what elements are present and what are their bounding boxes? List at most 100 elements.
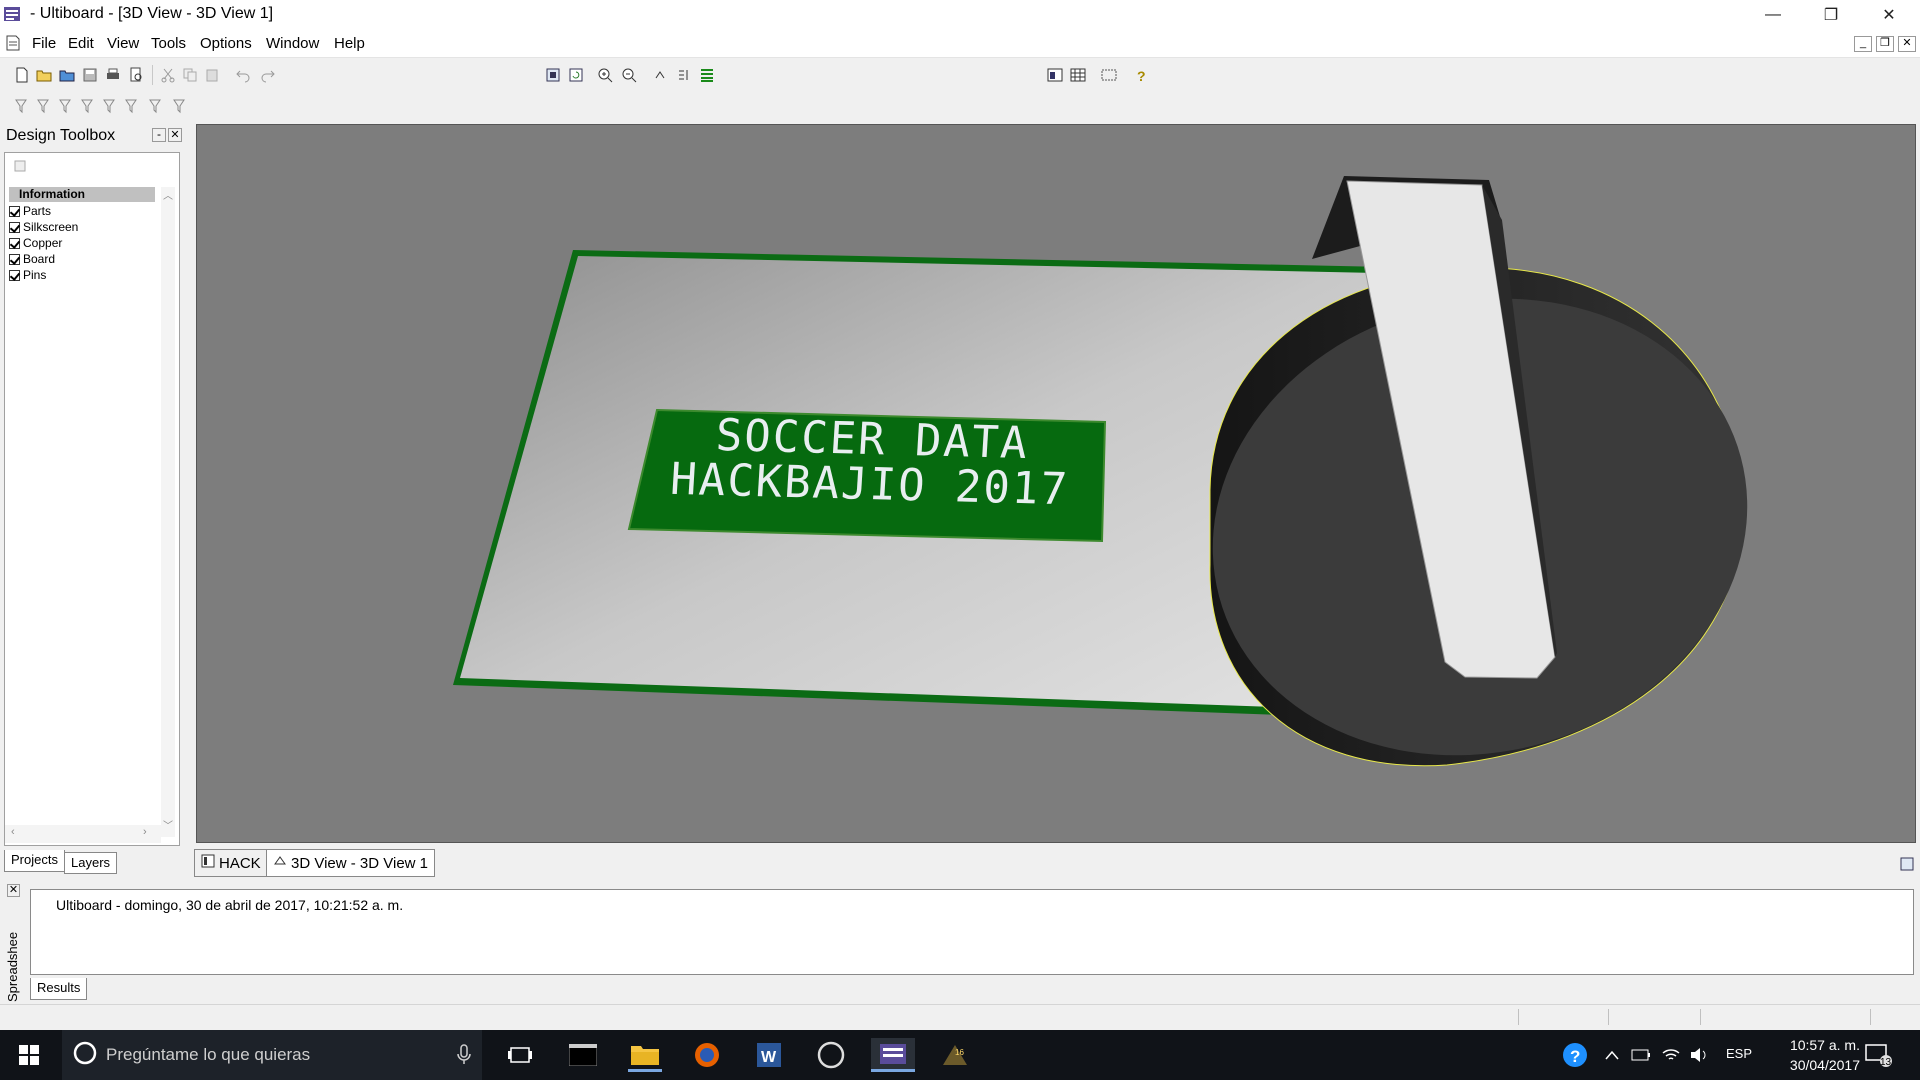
- tree-item-board[interactable]: Board: [9, 251, 55, 267]
- mdi-minimize-button[interactable]: _: [1854, 36, 1872, 52]
- tree-item-pins[interactable]: Pins: [9, 267, 46, 283]
- tab-projects[interactable]: Projects: [4, 850, 65, 872]
- redraw-icon[interactable]: [566, 65, 586, 85]
- app-swirl-icon[interactable]: [814, 1038, 848, 1072]
- task-view-icon[interactable]: [503, 1038, 537, 1072]
- volume-icon[interactable]: [1682, 1038, 1716, 1072]
- multisim-icon[interactable]: 16: [938, 1038, 972, 1072]
- checkbox-icon[interactable]: [9, 237, 20, 249]
- print-icon[interactable]: [103, 65, 123, 85]
- filter-icon[interactable]: [56, 96, 76, 116]
- menu-file[interactable]: File: [32, 35, 56, 52]
- redo-icon[interactable]: [258, 65, 278, 85]
- menu-tools[interactable]: Tools: [151, 35, 186, 52]
- toolbox-close-button[interactable]: ✕: [168, 128, 182, 142]
- menu-bar: File Edit View Tools Options Window Help…: [0, 30, 1920, 58]
- open-project-icon[interactable]: [57, 65, 77, 85]
- layers-view-icon[interactable]: [697, 65, 717, 85]
- toolbox-toolbar-icon[interactable]: [13, 159, 27, 177]
- help-icon[interactable]: ?: [1131, 65, 1151, 85]
- checkbox-icon[interactable]: [9, 253, 20, 265]
- taskbar-clock[interactable]: 10:57 a. m. 30/04/2017: [1790, 1035, 1860, 1075]
- tree-hscrollbar[interactable]: ‹ ›: [5, 825, 161, 843]
- save-icon[interactable]: [80, 65, 100, 85]
- expand-panel-icon[interactable]: [1900, 857, 1914, 875]
- svg-text:W: W: [761, 1049, 777, 1066]
- tree-scrollbar[interactable]: ︿ ﹀: [161, 187, 175, 837]
- spreadsheet-toggle-icon[interactable]: [1068, 65, 1088, 85]
- word-icon[interactable]: W: [752, 1038, 786, 1072]
- tree-item-parts[interactable]: Parts: [9, 203, 51, 219]
- windows-start-icon[interactable]: [12, 1038, 46, 1072]
- minimize-button[interactable]: —: [1744, 0, 1802, 30]
- mdi-controls: _ ❐ ✕: [1854, 36, 1916, 52]
- zoom-full-icon[interactable]: [543, 65, 563, 85]
- notification-center-icon[interactable]: 13: [1862, 1038, 1896, 1072]
- filter-icon[interactable]: [170, 96, 190, 116]
- flip-view-icon[interactable]: [675, 65, 695, 85]
- filter-icon[interactable]: [122, 96, 142, 116]
- mdi-close-button[interactable]: ✕: [1898, 36, 1916, 52]
- doc-tab-hack[interactable]: HACK: [194, 849, 268, 877]
- ultiboard-app-icon[interactable]: [3, 5, 21, 23]
- copy-icon[interactable]: [180, 65, 200, 85]
- help-tray-icon[interactable]: ?: [1558, 1038, 1592, 1072]
- svg-text:?: ?: [1137, 68, 1146, 83]
- document-icon[interactable]: [4, 34, 22, 56]
- ultiboard-taskbar-icon[interactable]: [871, 1038, 915, 1072]
- tree-item-silkscreen[interactable]: Silkscreen: [9, 219, 78, 235]
- restore-button[interactable]: ❐: [1802, 0, 1860, 30]
- tab-layers[interactable]: Layers: [64, 852, 118, 874]
- cut-icon[interactable]: [158, 65, 178, 85]
- tree-item-copper[interactable]: Copper: [9, 235, 62, 251]
- output-close-button[interactable]: ✕: [7, 884, 20, 897]
- filter-icon[interactable]: [78, 96, 98, 116]
- print-preview-icon[interactable]: [126, 65, 146, 85]
- zoom-out-icon[interactable]: [619, 65, 639, 85]
- menu-options[interactable]: Options: [200, 35, 252, 52]
- zoom-in-icon[interactable]: [595, 65, 615, 85]
- mdi-restore-button[interactable]: ❐: [1876, 36, 1894, 52]
- microphone-icon[interactable]: [456, 1044, 472, 1071]
- windows-taskbar: Pregúntame lo que quieras W 16 ? ESP 10:…: [0, 1030, 1920, 1080]
- pcb-document-icon: [201, 854, 215, 872]
- full-screen-icon[interactable]: [1099, 65, 1119, 85]
- scroll-up-icon[interactable]: ︿: [163, 187, 173, 202]
- scroll-right-icon[interactable]: ›: [143, 826, 147, 838]
- results-log-line: Ultiboard - domingo, 30 de abril de 2017…: [56, 897, 404, 913]
- close-button[interactable]: ✕: [1860, 0, 1918, 30]
- file-explorer-icon[interactable]: [628, 1038, 662, 1072]
- window-title: - Ultiboard - [3D View - 3D View 1]: [30, 5, 274, 22]
- menu-help[interactable]: Help: [334, 35, 365, 52]
- checkbox-icon[interactable]: [9, 205, 20, 217]
- undo-icon[interactable]: [233, 65, 253, 85]
- toolbox-toggle-icon[interactable]: [1045, 65, 1065, 85]
- paste-icon[interactable]: [202, 65, 222, 85]
- tab-results[interactable]: Results: [30, 978, 88, 1000]
- menu-view[interactable]: View: [107, 35, 139, 52]
- scroll-left-icon[interactable]: ‹: [11, 826, 15, 838]
- checkbox-icon[interactable]: [9, 269, 20, 281]
- menu-edit[interactable]: Edit: [68, 35, 94, 52]
- filter-icon[interactable]: [12, 96, 32, 116]
- menu-window[interactable]: Window: [266, 35, 319, 52]
- language-indicator[interactable]: ESP: [1726, 1046, 1752, 1061]
- firefox-icon[interactable]: [690, 1038, 724, 1072]
- filter-icon[interactable]: [34, 96, 54, 116]
- new-file-icon[interactable]: [12, 65, 32, 85]
- doc-tab-3d-view[interactable]: 3D View - 3D View 1: [266, 849, 436, 877]
- filter-icon[interactable]: [100, 96, 120, 116]
- open-folder-icon[interactable]: [34, 65, 54, 85]
- checkbox-icon[interactable]: [9, 221, 20, 233]
- filter-icon[interactable]: [146, 96, 166, 116]
- tree-header-information[interactable]: Information: [9, 187, 155, 202]
- rotate-view-icon[interactable]: [651, 65, 671, 85]
- battery-icon[interactable]: [1624, 1038, 1658, 1072]
- 3d-viewport[interactable]: SOCCER DATA HACKBAJIO 2017: [196, 124, 1916, 843]
- toolbox-pin-button[interactable]: -: [152, 128, 166, 142]
- taskbar-search-box[interactable]: Pregúntame lo que quieras: [62, 1030, 482, 1080]
- scroll-down-icon[interactable]: ﹀: [163, 817, 173, 832]
- silkscreen-line-2: HACKBAJIO 2017: [668, 453, 1071, 516]
- command-prompt-icon[interactable]: [566, 1038, 600, 1072]
- standard-toolbar: ?: [0, 60, 1920, 90]
